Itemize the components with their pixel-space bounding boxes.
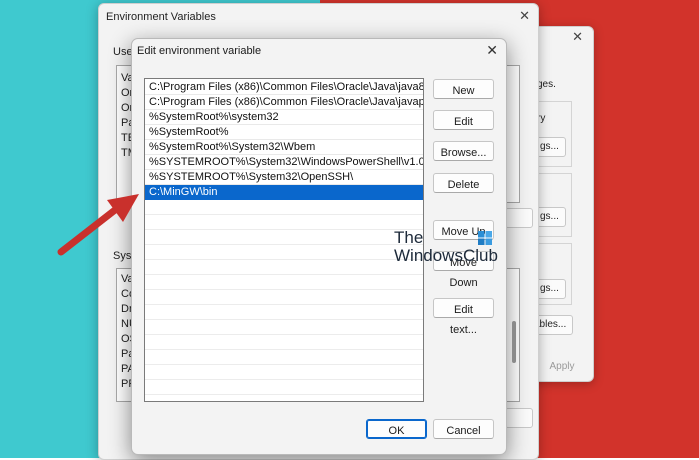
watermark: The WindowsClub <box>394 229 498 264</box>
empty-row[interactable] <box>145 215 423 230</box>
empty-row[interactable] <box>145 335 423 350</box>
path-item[interactable]: %SystemRoot% <box>145 125 423 140</box>
edit-text-button[interactable]: Edit text... <box>433 298 494 336</box>
empty-row[interactable] <box>145 245 423 260</box>
watermark-line-2: WindowsClub <box>394 246 498 265</box>
empty-row[interactable] <box>145 395 423 401</box>
empty-row[interactable] <box>145 365 423 380</box>
new-button[interactable]: New <box>433 79 494 99</box>
apply-button[interactable]: Apply <box>537 357 587 377</box>
path-item-selected[interactable]: C:\MinGW\bin <box>145 185 423 200</box>
empty-row[interactable] <box>145 305 423 320</box>
path-item[interactable]: C:\Program Files (x86)\Common Files\Orac… <box>145 95 423 110</box>
close-icon[interactable]: ✕ <box>519 8 530 24</box>
empty-row[interactable] <box>145 260 423 275</box>
system-variables-button-stub[interactable] <box>505 408 533 428</box>
path-item[interactable]: %SYSTEMROOT%\System32\WindowsPowerShell\… <box>145 155 423 170</box>
user-variables-button-stub[interactable] <box>505 208 533 228</box>
empty-row[interactable] <box>145 350 423 365</box>
path-item[interactable]: %SystemRoot%\system32 <box>145 110 423 125</box>
empty-row[interactable] <box>145 230 423 245</box>
empty-row[interactable] <box>145 380 423 395</box>
ok-button[interactable]: OK <box>366 419 427 439</box>
dialog-title: Edit environment variable <box>137 45 262 57</box>
dialog-titlebar[interactable]: Edit environment variable ✕ <box>132 39 506 63</box>
windows-logo-icon <box>478 231 492 245</box>
window-title: Environment Variables <box>106 11 216 23</box>
path-list[interactable]: C:\Program Files (x86)\Common Files\Orac… <box>144 78 424 402</box>
path-item[interactable]: C:\Program Files (x86)\Common Files\Orac… <box>145 80 423 95</box>
close-icon[interactable]: ✕ <box>572 29 583 45</box>
cancel-button[interactable]: Cancel <box>433 419 494 439</box>
path-item[interactable]: %SYSTEMROOT%\System32\OpenSSH\ <box>145 170 423 185</box>
path-item[interactable]: %SystemRoot%\System32\Wbem <box>145 140 423 155</box>
empty-row[interactable] <box>145 275 423 290</box>
delete-button[interactable]: Delete <box>433 173 494 193</box>
pointer-arrow-icon <box>57 194 139 256</box>
browse-button[interactable]: Browse... <box>433 141 494 161</box>
empty-row[interactable] <box>145 290 423 305</box>
sysprops-text: ges. <box>537 79 556 90</box>
empty-row[interactable] <box>145 320 423 335</box>
scrollbar-thumb[interactable] <box>512 321 516 363</box>
sysprops-group-frame <box>537 101 572 167</box>
empty-row[interactable] <box>145 200 423 215</box>
edit-button[interactable]: Edit <box>433 110 494 130</box>
close-icon[interactable]: ✕ <box>486 42 498 59</box>
sysprops-group-frame <box>537 173 572 237</box>
